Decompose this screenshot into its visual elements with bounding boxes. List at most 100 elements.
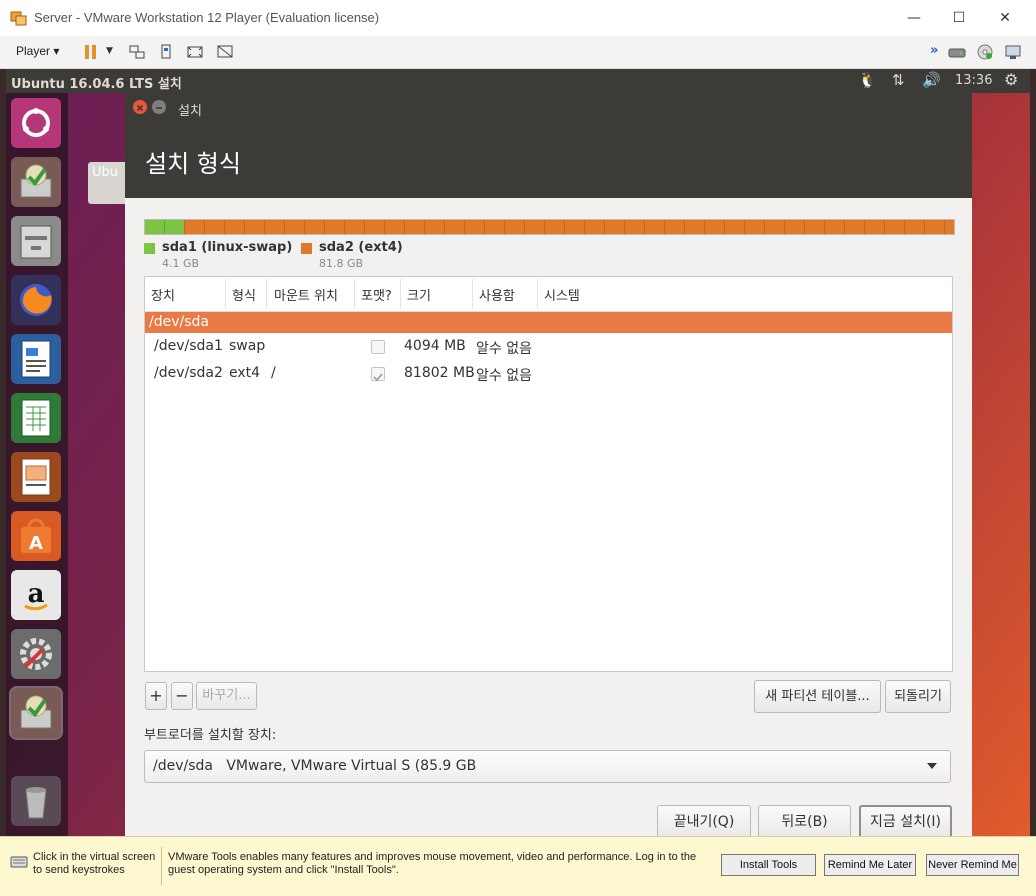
minimize-button[interactable]: — (891, 4, 937, 32)
column-header[interactable]: 사용함 (479, 285, 515, 304)
legend-swatch-sda2 (301, 243, 312, 254)
keyboard-input-icon[interactable]: 🐧 (858, 71, 877, 89)
software-center-icon: A (21, 518, 51, 554)
column-header[interactable]: 형식 (232, 285, 256, 304)
legend-name-sda1: sda1 (linux-swap) (162, 240, 293, 255)
volume-icon[interactable]: 🔊 (922, 71, 941, 89)
cell-used: 알수 없음 (476, 341, 532, 357)
column-divider (266, 279, 267, 309)
add-partition-button[interactable]: + (145, 682, 167, 710)
install-now-button[interactable]: 지금 설치(I) (859, 805, 952, 838)
installer-minimize-icon[interactable] (152, 100, 166, 114)
more-devices-icon[interactable]: » (930, 43, 938, 58)
vmware-tools-notification: Click in the virtual screen to send keys… (0, 836, 1036, 896)
pause-dropdown-icon[interactable]: ▼ (106, 46, 113, 56)
network-icon[interactable]: ⇅ (892, 71, 905, 89)
launcher-installer-button[interactable] (11, 157, 61, 207)
installer-heading: 설치 형식 (145, 150, 241, 178)
never-remind-button[interactable]: Never Remind Me (926, 854, 1019, 876)
checkmark-icon (373, 373, 383, 382)
cell-device: /dev/sda2 (154, 365, 223, 381)
table-row[interactable]: /dev/sda2 ext4 / 81802 MB 알수 없음 (145, 361, 952, 387)
partition-bar-swap-segment (145, 220, 184, 234)
unity-icon[interactable] (216, 43, 234, 61)
notification-divider (161, 847, 162, 885)
new-partition-table-button[interactable]: 새 파티션 테이블... (754, 680, 881, 713)
column-header[interactable]: 시스템 (544, 285, 580, 304)
table-header: 장치 형식 마운트 위치 포맷? 크기 사용함 시스템 (145, 277, 952, 312)
legend-size-sda1: 4.1 GB (162, 257, 200, 270)
player-menu[interactable]: Player ▾ (16, 44, 59, 58)
keystroke-hint: Click in the virtual screen to send keys… (33, 851, 156, 876)
column-header[interactable]: 크기 (407, 285, 431, 304)
format-checkbox[interactable] (371, 367, 385, 382)
bootloader-label: 부트로더를 설치할 장치: (144, 728, 277, 743)
bootloader-device-select[interactable]: /dev/sda VMware, VMware Virtual S (85.9 … (144, 750, 951, 783)
launcher-software-button[interactable]: A (11, 511, 61, 561)
change-partition-button[interactable]: 바꾸기... (196, 682, 257, 710)
bootloader-device-value: /dev/sda VMware, VMware Virtual S (85.9 … (153, 758, 477, 774)
launcher-writer-button[interactable] (11, 334, 61, 384)
legend-swatch-sda1 (144, 243, 155, 254)
column-divider (225, 279, 226, 309)
cd-dvd-icon[interactable] (976, 43, 994, 61)
launcher-firefox-button[interactable] (11, 275, 61, 325)
cell-type: swap (229, 338, 266, 354)
legend-size-sda2: 81.8 GB (319, 257, 364, 270)
ubuntu-logo-icon (22, 108, 50, 137)
calc-icon (21, 399, 51, 437)
cell-device: /dev/sda1 (154, 338, 223, 354)
keyboard-icon (10, 856, 28, 868)
desktop-folder-label: Ubu (92, 165, 119, 180)
quit-button[interactable]: 끝내기(Q) (657, 805, 751, 838)
writer-icon (21, 340, 51, 378)
launcher-impress-button[interactable] (11, 452, 61, 502)
player-menu-label: Player (16, 44, 51, 58)
table-row-selected[interactable]: /dev/sda (145, 312, 952, 333)
dropdown-arrow-icon (927, 763, 937, 769)
fullscreen-icon[interactable] (186, 43, 204, 61)
panel-clock[interactable]: 13:36 (955, 73, 992, 88)
cell-mount: / (271, 365, 276, 381)
launcher-system-settings-button[interactable] (11, 629, 61, 679)
removable-devices-icon[interactable] (158, 43, 176, 61)
partition-table[interactable]: 장치 형식 마운트 위치 포맷? 크기 사용함 시스템 /dev/sda /de… (144, 276, 953, 672)
revert-button[interactable]: 되돌리기 (885, 680, 951, 713)
vmware-titlebar: Server - VMware Workstation 12 Player (E… (0, 0, 1036, 37)
desktop-folder-icon[interactable]: Ubu (88, 162, 128, 204)
partition-bar (144, 219, 955, 235)
network-adapter-icon[interactable] (1004, 43, 1022, 61)
hard-disk-icon[interactable] (948, 43, 966, 61)
launcher-dash-button[interactable] (11, 98, 61, 148)
selected-device-label: /dev/sda (149, 314, 209, 330)
format-checkbox[interactable] (371, 340, 385, 354)
column-header[interactable]: 포맷? (361, 285, 392, 304)
back-button[interactable]: 뒤로(B) (758, 805, 851, 838)
remove-partition-button[interactable]: − (171, 682, 193, 710)
tools-message: VMware Tools enables many features and i… (168, 851, 697, 876)
installer-window: 설치 설치 형식 sda1 (linux-swap) 4.1 GB sda2 (… (125, 93, 972, 838)
launcher-calc-button[interactable] (11, 393, 61, 443)
send-ctrl-alt-del-icon[interactable] (128, 43, 146, 61)
launcher-files-button[interactable] (11, 216, 61, 266)
legend-name-sda2: sda2 (ext4) (319, 240, 403, 255)
column-header[interactable]: 마운트 위치 (274, 285, 338, 304)
installer-active-icon (20, 695, 52, 729)
column-divider (400, 279, 401, 309)
maximize-button[interactable]: ☐ (936, 4, 982, 32)
launcher-amazon-button[interactable]: a (11, 570, 61, 620)
pause-icon[interactable] (82, 43, 100, 61)
cell-used: 알수 없음 (476, 368, 532, 384)
column-divider (354, 279, 355, 309)
remind-later-button[interactable]: Remind Me Later (824, 854, 916, 876)
table-row[interactable]: /dev/sda1 swap 4094 MB 알수 없음 (145, 334, 952, 360)
cell-size: 81802 MB (404, 365, 475, 381)
launcher-installer-active-button[interactable] (11, 688, 61, 738)
close-button[interactable]: ✕ (982, 4, 1028, 32)
settings-gear-icon[interactable]: ⚙ (1004, 70, 1018, 89)
column-header[interactable]: 장치 (151, 285, 175, 304)
cell-size: 4094 MB (404, 338, 466, 354)
launcher-trash-button[interactable] (11, 776, 61, 826)
installer-close-icon[interactable] (133, 100, 147, 114)
install-tools-button[interactable]: Install Tools (721, 854, 816, 876)
